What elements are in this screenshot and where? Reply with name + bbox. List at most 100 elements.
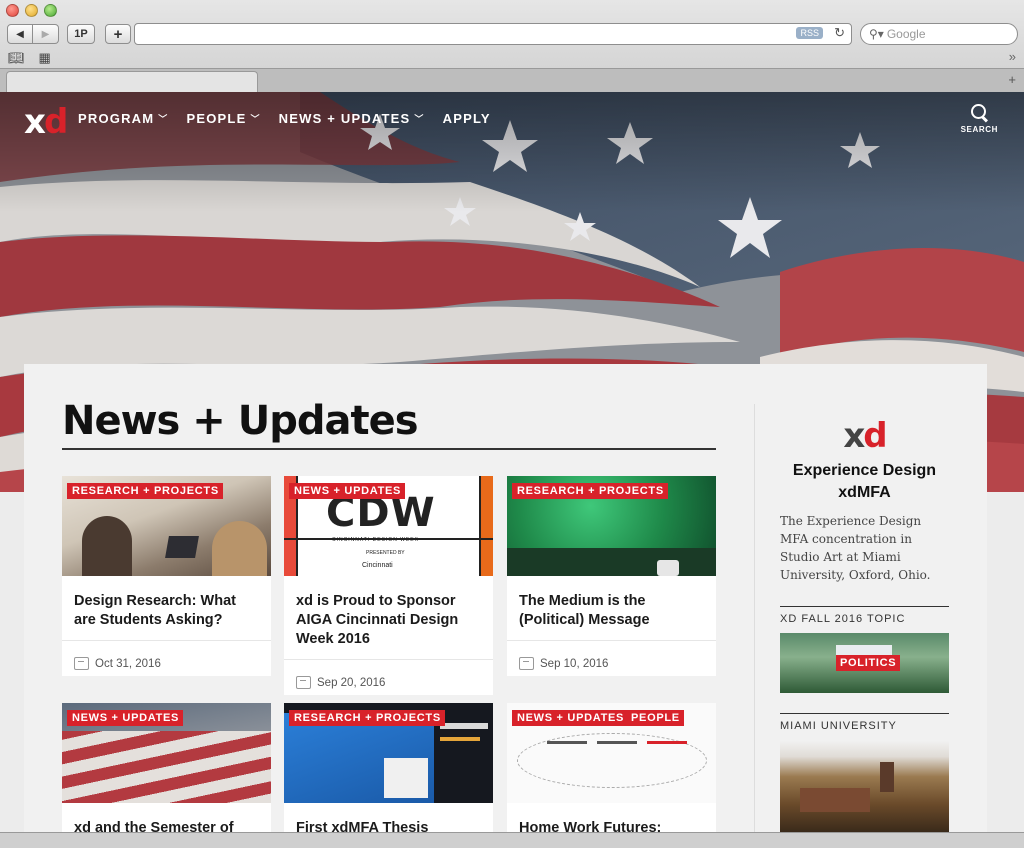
back-button[interactable]: ◀ — [7, 24, 33, 44]
bookmarks-overflow-icon[interactable]: » — [1009, 49, 1016, 64]
chevron-down-icon: ﹀ — [414, 114, 425, 124]
add-bookmark-button[interactable]: + — [105, 24, 131, 44]
poster-stripe — [479, 476, 493, 576]
category-tag[interactable]: NEWS + UPDATES — [67, 710, 184, 726]
category-tag[interactable]: NEWS + UPDATES — [512, 710, 629, 726]
cdw-presented: PRESENTED BY — [366, 550, 405, 556]
forward-arrow-icon: ▶ — [41, 28, 50, 40]
card-title[interactable]: The Medium is the (Political) Message — [507, 576, 716, 640]
student-figure — [212, 521, 267, 576]
news-card[interactable]: RESEARCH + PROJECTS The Medium is the (P… — [507, 476, 716, 676]
bookmarks-book-icon[interactable]: 📖︎ — [8, 50, 25, 66]
nav-apply-label: APPLY — [442, 111, 491, 126]
tab-bar: + — [0, 68, 1024, 93]
sidebar-inner: xd Experience Design xdMFA The Experienc… — [780, 404, 949, 832]
active-tab[interactable] — [6, 71, 258, 93]
logo-d: d — [863, 416, 887, 456]
news-column: News + Updates RESEARCH + PROJECTS Desig… — [62, 364, 716, 848]
forward-button[interactable]: ▶ — [33, 24, 59, 44]
window-bottom-bar — [0, 832, 1024, 848]
cdw-sponsor: Cincinnati — [362, 562, 393, 569]
card-image-diagram: NEWS + UPDATES PEOPLE — [507, 703, 716, 803]
news-card[interactable]: NEWS + UPDATES PEOPLE Home Work Futures: — [507, 703, 716, 848]
university-campus-image[interactable] — [780, 740, 949, 832]
logo-x: x — [24, 102, 46, 142]
browser-search-placeholder: Google — [886, 27, 926, 41]
logo-d: d — [43, 102, 68, 142]
content-panel: News + Updates RESEARCH + PROJECTS Desig… — [24, 364, 987, 848]
nav-apply[interactable]: APPLY — [443, 111, 491, 126]
zoom-window-button[interactable] — [44, 4, 57, 17]
card-date: Sep 20, 2016 — [284, 659, 493, 695]
nav-program-label: PROGRAM — [78, 111, 155, 126]
onepassword-button[interactable]: 1P — [67, 24, 95, 44]
mug-shape — [657, 560, 679, 576]
news-card[interactable]: CDW CINCINNATI DESIGN WEEK PRESENTED BY … — [284, 476, 493, 695]
main-nav: PROGRAM ﹀ PEOPLE ﹀ NEWS + UPDATES ﹀ APPLY — [78, 111, 491, 126]
category-tag[interactable]: RESEARCH + PROJECTS — [512, 483, 668, 499]
card-date: Sep 10, 2016 — [507, 640, 716, 676]
topic-tag[interactable]: POLITICS — [836, 655, 901, 671]
card-date-text: Sep 10, 2016 — [540, 657, 609, 670]
nav-people-label: PEOPLE — [186, 111, 247, 126]
search-label: SEARCH — [960, 125, 998, 134]
sidebar: xd Experience Design xdMFA The Experienc… — [754, 404, 987, 848]
news-card[interactable]: NEWS + UPDATES xd and the Semester of — [62, 703, 271, 848]
rss-button[interactable]: RSS — [796, 27, 823, 39]
card-date: Oct 31, 2016 — [62, 640, 271, 676]
minimize-window-button[interactable] — [25, 4, 38, 17]
card-title[interactable]: xd is Proud to Sponsor AIGA Cincinnati D… — [284, 576, 493, 659]
chevron-down-icon: ﹀ — [250, 114, 261, 124]
card-image-thesis: RESEARCH + PROJECTS — [284, 703, 493, 803]
chevron-down-icon: ﹀ — [158, 114, 169, 124]
calendar-icon — [296, 676, 311, 689]
sidebar-logo[interactable]: xd — [780, 416, 949, 456]
topic-image-white-house[interactable]: POLITICS — [780, 633, 949, 693]
site-header: xd PROGRAM ﹀ PEOPLE ﹀ NEWS + UPDATES ﹀ APPL… — [0, 92, 1024, 152]
campus-building — [800, 788, 870, 812]
nav-program[interactable]: PROGRAM ﹀ — [78, 111, 169, 126]
logo-x: x — [843, 416, 865, 456]
card-date-text: Sep 20, 2016 — [317, 676, 386, 689]
new-tab-icon[interactable]: + — [1008, 72, 1016, 87]
web-page: xd PROGRAM ﹀ PEOPLE ﹀ NEWS + UPDATES ﹀ APPL… — [0, 92, 1024, 848]
cdw-subtitle: CINCINNATI DESIGN WEEK — [332, 537, 419, 543]
sidebar-description: The Experience Design MFA concentration … — [780, 514, 931, 582]
card-title[interactable]: Design Research: What are Students Askin… — [62, 576, 271, 640]
category-tag[interactable]: PEOPLE — [626, 710, 684, 726]
close-window-button[interactable] — [6, 4, 19, 17]
card-date-text: Oct 31, 2016 — [95, 657, 161, 670]
poster-card — [384, 758, 428, 798]
top-sites-grid-icon[interactable]: ▦ — [39, 50, 51, 66]
address-bar[interactable]: RSS ↻ — [134, 23, 852, 45]
student-figure — [82, 516, 132, 576]
back-arrow-icon: ◀ — [16, 28, 24, 40]
news-card[interactable]: RESEARCH + PROJECTS Design Research: Wha… — [62, 476, 271, 676]
browser-search-field[interactable]: ⚲▾ Google — [860, 23, 1018, 45]
card-image-classroom: RESEARCH + PROJECTS — [62, 476, 271, 576]
card-image-flag: NEWS + UPDATES — [62, 703, 271, 803]
calendar-icon — [74, 657, 89, 670]
card-image-cdw: CDW CINCINNATI DESIGN WEEK PRESENTED BY … — [284, 476, 493, 576]
site-search-button[interactable]: SEARCH — [961, 104, 998, 134]
sidebar-title: Experience Design xdMFA — [792, 462, 937, 501]
category-tag[interactable]: NEWS + UPDATES — [289, 483, 406, 499]
bookmarks-bar: 📖︎ ▦ — [8, 50, 51, 66]
nav-people[interactable]: PEOPLE ﹀ — [187, 111, 261, 126]
news-card[interactable]: RESEARCH + PROJECTS First xdMFA Thesis — [284, 703, 493, 848]
sidebar-topic-heading: XD FALL 2016 TOPIC — [780, 606, 949, 625]
category-tag[interactable]: RESEARCH + PROJECTS — [289, 710, 445, 726]
search-icon: ⚲▾ — [869, 27, 884, 41]
browser-toolbar: ◀ ▶ 1P + RSS ↻ ⚲▾ Google 📖︎ ▦ » + — [0, 0, 1024, 93]
nav-news-label: NEWS + UPDATES — [278, 111, 411, 126]
reload-icon[interactable]: ↻ — [834, 25, 845, 41]
calendar-icon — [519, 657, 534, 670]
site-logo[interactable]: xd — [24, 102, 68, 142]
page-title: News + Updates — [62, 398, 716, 450]
category-tag[interactable]: RESEARCH + PROJECTS — [67, 483, 223, 499]
nav-news-updates[interactable]: NEWS + UPDATES ﹀ — [279, 111, 425, 126]
sidebar-university-heading: MIAMI UNIVERSITY — [780, 713, 949, 732]
card-image-chalkboard: RESEARCH + PROJECTS — [507, 476, 716, 576]
campus-tower — [880, 762, 894, 792]
laptop-shape — [165, 536, 199, 558]
